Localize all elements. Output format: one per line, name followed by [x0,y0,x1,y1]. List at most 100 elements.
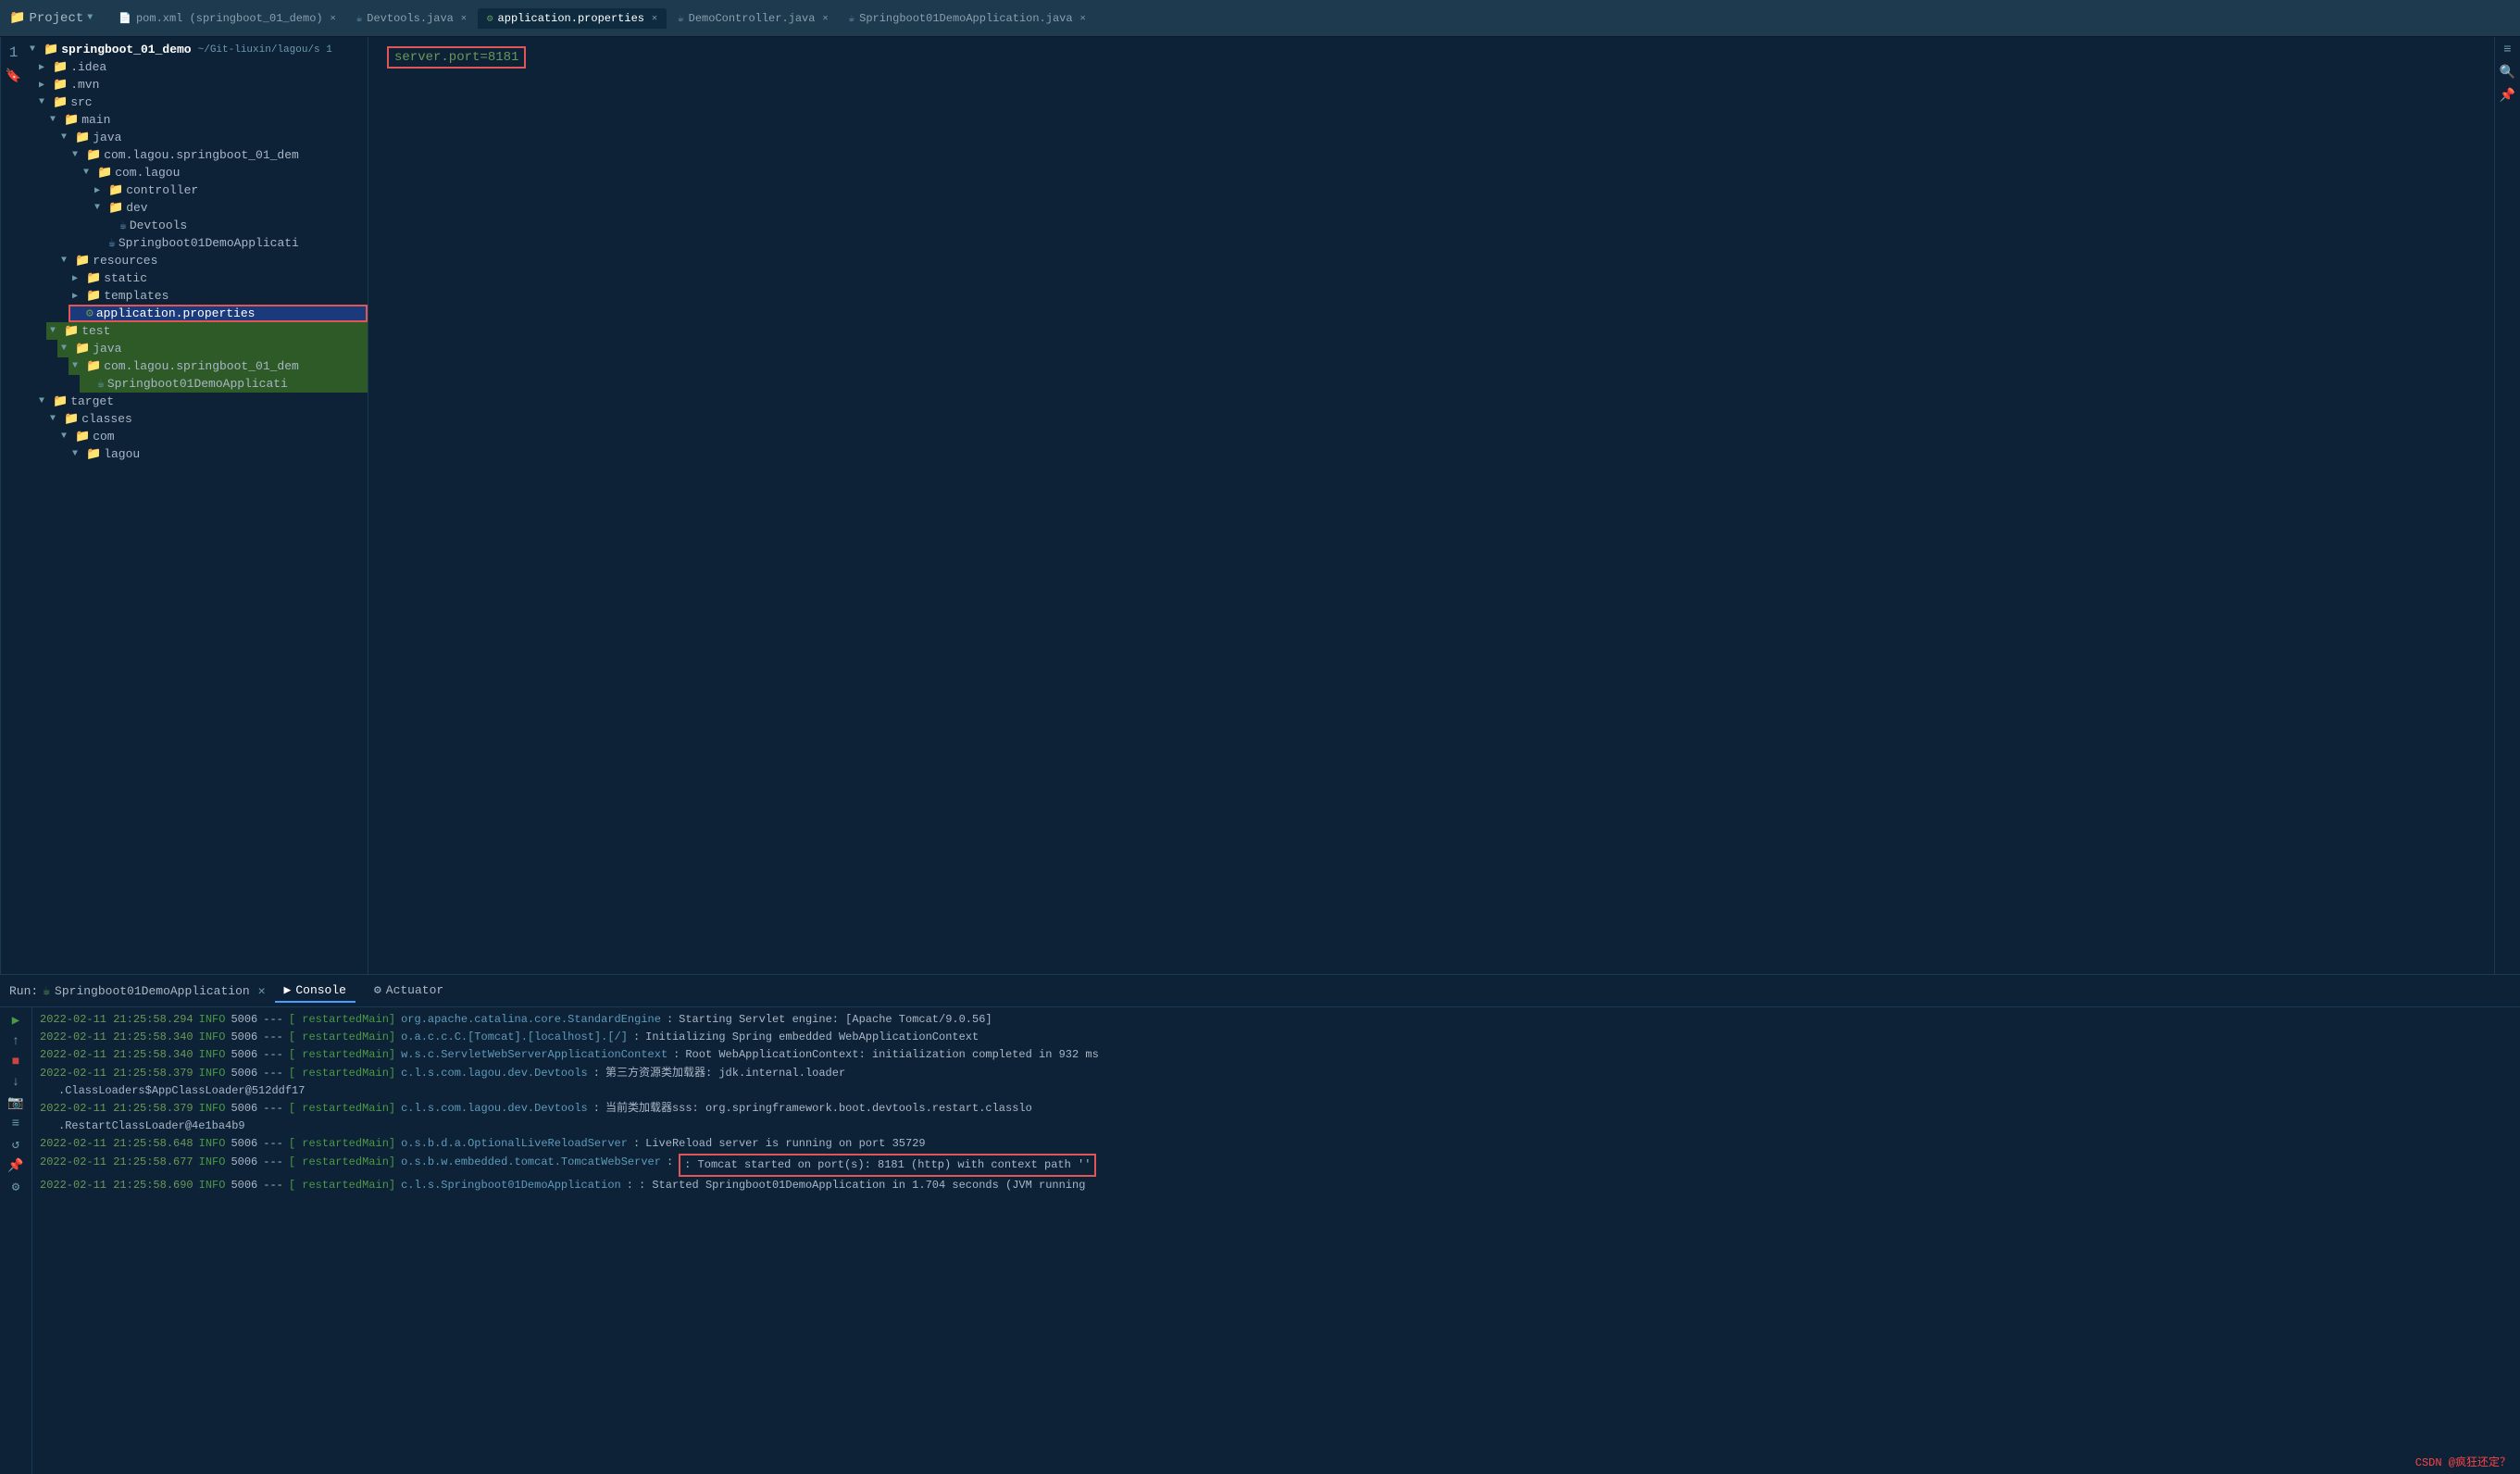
tree-lagou[interactable]: ▼ 📁 lagou [69,445,368,463]
idea-arrow: ▶ [39,62,50,73]
tab-devtools[interactable]: ☕ Devtools.java ✕ [347,8,476,29]
log-msg-1: Starting Servlet engine: [Apache Tomcat/… [679,1011,992,1029]
tree-idea[interactable]: ▶ 📁 .idea [35,58,368,76]
tree-classes-com[interactable]: ▼ 📁 com [57,428,368,445]
tree-target[interactable]: ▼ 📁 target [35,393,368,410]
tree-classes[interactable]: ▼ 📁 classes [46,410,368,428]
tree-springbootapp-file[interactable]: ☕ Springboot01DemoApplicati [91,234,368,252]
run-icon-settings[interactable]: ⚙ [12,1180,19,1195]
tree-test-com[interactable]: ▼ 📁 com.lagou.springboot_01_dem [69,357,368,375]
right-icon-3[interactable]: 📌 [2500,88,2515,104]
tree-resources[interactable]: ▼ 📁 resources [57,252,368,269]
run-icon-stop[interactable]: ■ [12,1055,19,1069]
tree-static[interactable]: ▶ 📁 static [69,269,368,287]
tree-dev[interactable]: ▼ 📁 dev [91,199,368,217]
main-arrow: ▼ [50,115,61,125]
run-close-btn[interactable]: ✕ [258,984,266,998]
log-line-1: 2022-02-11 21:25:58.294 INFO 5006 --- [ … [40,1011,2513,1029]
tree-devtools-file[interactable]: ☕ Devtools [102,217,368,234]
tree-controller[interactable]: ▶ 📁 controller [91,181,368,199]
controller-arrow: ▶ [94,185,106,196]
java-file-icon-3: ☕ [849,12,855,25]
log-class-5: c.l.s.com.lagou.dev.Devtools [401,1100,588,1118]
target-folder-icon: 📁 [53,394,68,408]
mvn-label: .mvn [70,78,99,92]
log-line-8: 2022-02-11 21:25:58.690 INFO 5006 --- [ … [40,1177,2513,1194]
tree-templates[interactable]: ▶ 📁 templates [69,287,368,305]
tab-democontroller[interactable]: ☕ DemoController.java ✕ [668,8,837,29]
tree-test[interactable]: ▼ 📁 test [46,322,368,340]
run-icon-down[interactable]: ↓ [12,1075,19,1090]
springbootapp-label: Springboot01DemoApplicati [119,236,299,250]
tree-appprops-file[interactable]: ⚙ application.properties [69,305,368,322]
tab-appprops[interactable]: ⚙ application.properties ✕ [478,8,667,29]
title-bar: 📁 Project ▼ 📄 pom.xml (springboot_01_dem… [0,0,2520,37]
tab-springbootapp-close[interactable]: ✕ [1080,13,1086,24]
tab-springbootapp[interactable]: ☕ Springboot01DemoApplication.java ✕ [840,8,1095,29]
run-icon-list[interactable]: ≡ [12,1117,19,1131]
java-folder-icon: 📁 [75,131,90,144]
run-icon-pin[interactable]: 📌 [7,1158,23,1174]
idea-label: .idea [70,60,106,74]
src-arrow: ▼ [39,97,50,107]
target-arrow: ▼ [39,396,50,406]
src-folder-icon: 📁 [53,95,68,109]
editor-tab-bar: 📄 pom.xml (springboot_01_demo) ✕ ☕ Devto… [109,8,2511,29]
tab-devtools-label: Devtools.java [367,12,454,25]
static-label: static [104,271,147,285]
log-pid-6: 5006 [231,1135,257,1153]
root-arrow: ▼ [30,44,41,55]
test-folder-icon: 📁 [64,324,79,338]
appprops-prop-icon: ⚙ [86,306,94,320]
run-icon-play[interactable]: ▶ [12,1013,19,1029]
log-msg-6: LiveReload server is running on port 357… [645,1135,925,1153]
log-thread-8: [ restartedMain] [289,1177,395,1194]
right-icon-1[interactable]: ≡ [2503,43,2511,57]
project-label[interactable]: 📁 Project ▼ [9,10,93,26]
log-line-6: 2022-02-11 21:25:58.648 INFO 5006 --- [ … [40,1135,2513,1153]
tree-com-lagou[interactable]: ▼ 📁 com.lagou [80,164,368,181]
log-dashes-3: --- [263,1046,283,1064]
log-line-4: 2022-02-11 21:25:58.379 INFO 5006 --- [ … [40,1065,2513,1082]
tree-mvn[interactable]: ▶ 📁 .mvn [35,76,368,94]
log-pid-4: 5006 [231,1065,257,1082]
right-icon-2[interactable]: 🔍 [2500,65,2515,81]
run-tab-actuator[interactable]: ⚙ Actuator [365,980,453,1003]
root-label: springboot_01_demo [61,43,191,56]
panel-icon-1[interactable]: 1 [9,44,19,61]
tree-test-java[interactable]: ▼ 📁 java [57,340,368,357]
log-thread-2: [ restartedMain] [289,1029,395,1046]
log-class-2: o.a.c.c.C.[Tomcat].[localhost].[/] [401,1029,628,1046]
run-icon-camera[interactable]: 📷 [7,1095,23,1111]
log-ts-1: 2022-02-11 21:25:58.294 [40,1011,193,1029]
project-dropdown-arrow[interactable]: ▼ [87,13,93,23]
classes-arrow: ▼ [50,414,61,424]
run-tab-console[interactable]: ▶ Console [275,980,356,1003]
run-icon-up[interactable]: ↑ [12,1034,19,1049]
tree-src[interactable]: ▼ 📁 src [35,94,368,111]
editor-area[interactable]: server.port=8181 [368,37,2494,974]
tab-pom-close[interactable]: ✕ [331,13,336,24]
dev-arrow: ▼ [94,203,106,213]
server-port-box[interactable]: server.port=8181 [387,46,526,69]
run-icon-refresh[interactable]: ↺ [12,1137,19,1153]
tree-com-lagou-springboot[interactable]: ▼ 📁 com.lagou.springboot_01_dem [69,146,368,164]
log-line-4b: .ClassLoaders$AppClassLoader@512ddf17 [40,1082,2513,1100]
log-level-7: INFO [199,1154,226,1171]
test-springbootapp-java-icon: ☕ [97,377,105,391]
log-level-3: INFO [199,1046,226,1064]
tab-democontroller-close[interactable]: ✕ [822,13,828,24]
tree-test-springbootapp[interactable]: ☕ Springboot01DemoApplicati [80,375,368,393]
root-folder-icon: 📁 [44,43,58,56]
log-msg-3: Root WebApplicationContext: initializati… [685,1046,1098,1064]
tab-appprops-close[interactable]: ✕ [652,13,657,24]
left-panel-toolbar: 1 🔖 [0,37,26,974]
log-line-5: 2022-02-11 21:25:58.379 INFO 5006 --- [ … [40,1100,2513,1118]
tab-pom[interactable]: 📄 pom.xml (springboot_01_demo) ✕ [109,8,344,29]
tab-devtools-close[interactable]: ✕ [461,13,467,24]
tree-java[interactable]: ▼ 📁 java [57,129,368,146]
tree-main[interactable]: ▼ 📁 main [46,111,368,129]
tree-root[interactable]: ▼ 📁 springboot_01_demo ~/Git-liuxin/lago… [26,41,368,58]
panel-icon-bookmark[interactable]: 🔖 [6,69,21,84]
log-level-8: INFO [199,1177,226,1194]
